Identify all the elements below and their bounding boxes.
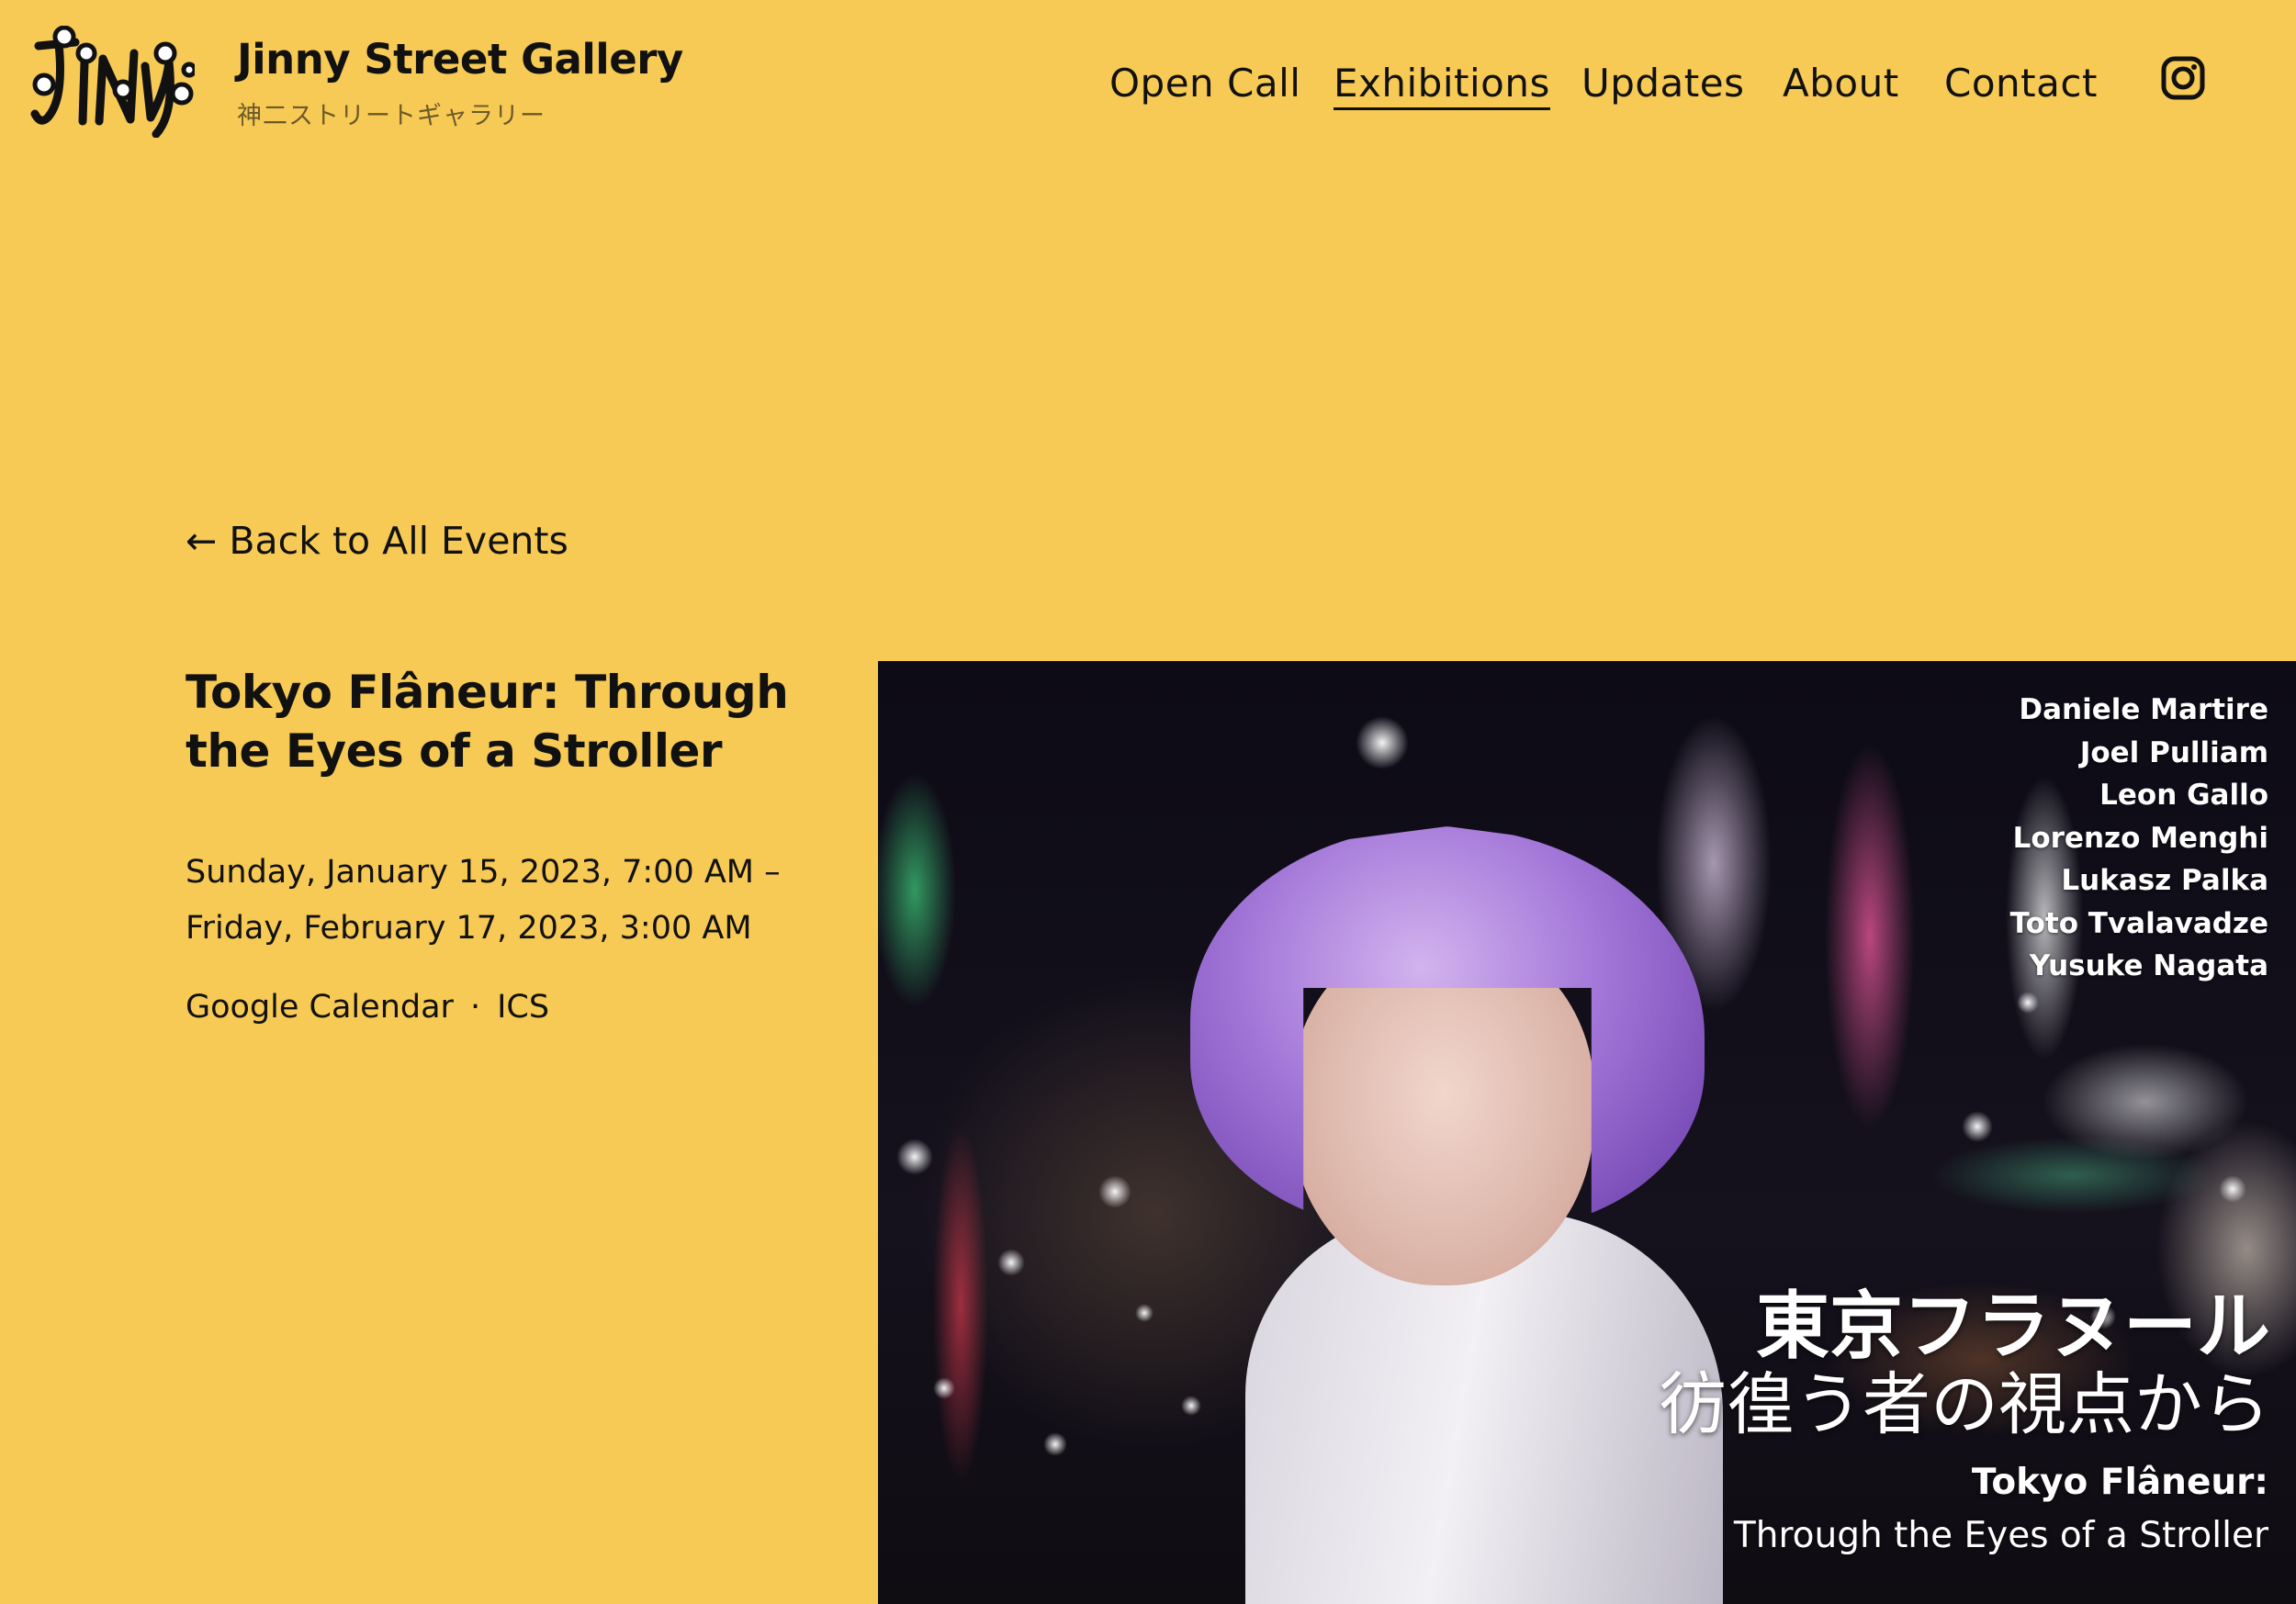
- artist-name: Daniele Martire: [2019, 693, 2268, 726]
- artist-list: Daniele Martire Joel Pulliam Leon Gallo …: [2010, 689, 2268, 988]
- artist-name: Toto Tvalavadze: [2009, 906, 2268, 940]
- nav-updates[interactable]: Updates: [1581, 61, 1745, 106]
- artist-name: Leon Gallo: [2099, 779, 2268, 812]
- event-poster-image: Daniele Martire Joel Pulliam Leon Gallo …: [878, 661, 2296, 1604]
- figure-face: [1291, 937, 1594, 1285]
- nav-exhibitions[interactable]: Exhibitions: [1334, 61, 1550, 110]
- artist-name: Lorenzo Menghi: [2012, 821, 2268, 855]
- nav-contact[interactable]: Contact: [1944, 61, 2098, 106]
- nav-open-call[interactable]: Open Call: [1109, 61, 1300, 106]
- event-dates: Sunday, January 15, 2023, 7:00 AM – Frid…: [186, 845, 884, 957]
- artist-name: Lukasz Palka: [2061, 864, 2268, 897]
- poster-title-japanese-2: 彷徨う者の視点から: [1659, 1365, 2270, 1444]
- poster-title-english-2: Through the Eyes of a Stroller: [1733, 1515, 2268, 1556]
- artist-name: Yusuke Nagata: [2029, 949, 2268, 982]
- instagram-icon[interactable]: [2160, 55, 2206, 101]
- poster-title-english-1: Tokyo Flâneur:: [1971, 1462, 2268, 1503]
- back-to-all-events-link[interactable]: ← Back to All Events: [186, 519, 568, 563]
- main-nav: Open Call Exhibitions Updates About Cont…: [0, 61, 2296, 116]
- event-start-date: Sunday, January 15, 2023, 7:00 AM –: [186, 854, 781, 891]
- arrow-left-icon: ←: [186, 519, 218, 563]
- ics-link[interactable]: ICS: [497, 989, 549, 1026]
- back-link-label: Back to All Events: [229, 519, 568, 563]
- nav-about[interactable]: About: [1783, 61, 1899, 106]
- google-calendar-link[interactable]: Google Calendar: [186, 989, 454, 1026]
- artist-name: Joel Pulliam: [2079, 735, 2268, 769]
- event-title: Tokyo Flâneur: Through the Eyes of a Str…: [186, 666, 789, 778]
- link-separator: ·: [469, 989, 481, 1026]
- calendar-links: Google Calendar · ICS: [186, 989, 549, 1026]
- event-end-date: Friday, February 17, 2023, 3:00 AM: [186, 910, 752, 947]
